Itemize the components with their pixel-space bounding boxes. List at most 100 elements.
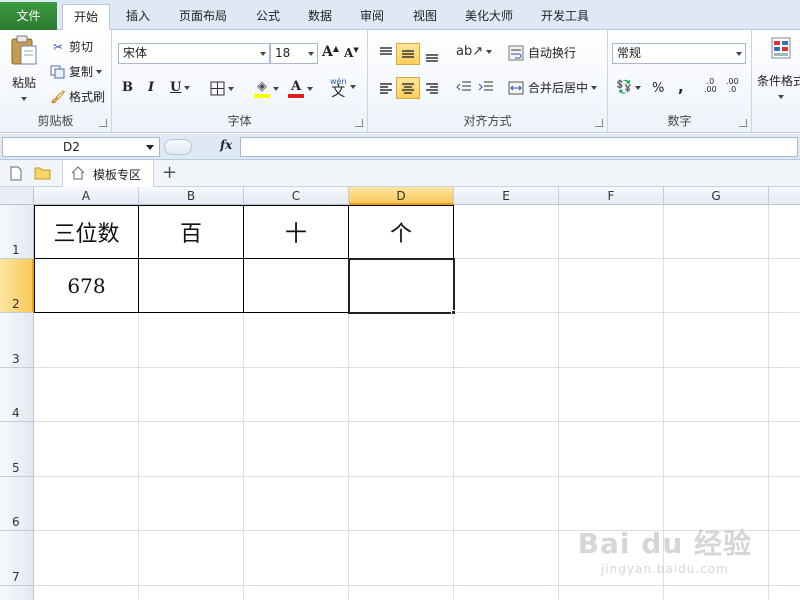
tab-insert[interactable]: 插入 <box>118 4 158 30</box>
align-center-button[interactable] <box>396 77 420 99</box>
alignment-launcher-icon[interactable] <box>595 119 603 127</box>
cell-d1[interactable]: 个 <box>349 206 453 258</box>
accounting-format-button[interactable]: 💱 <box>616 80 642 95</box>
cut-button[interactable]: ✂ 剪切 <box>50 38 93 55</box>
formula-expand-handle[interactable] <box>164 139 192 155</box>
tab-page-layout[interactable]: 页面布局 <box>168 4 238 30</box>
decrease-decimal-button[interactable]: .00 .0 <box>726 78 739 94</box>
cell-a2[interactable]: 678 <box>35 259 138 312</box>
number-launcher-icon[interactable] <box>739 119 747 127</box>
fill-handle[interactable] <box>451 310 456 315</box>
tab-home[interactable]: 开始 <box>62 4 110 30</box>
clipboard-launcher-icon[interactable] <box>99 119 107 127</box>
select-all-corner[interactable] <box>0 187 34 205</box>
row-header-7[interactable]: 7 <box>0 531 34 586</box>
tab-view[interactable]: 视图 <box>403 4 447 30</box>
conditional-format-button[interactable]: 条件格式 <box>757 36 800 99</box>
add-tab-button[interactable]: + <box>162 162 177 183</box>
tab-file[interactable]: 文件 <box>0 2 57 30</box>
column-header-h[interactable] <box>769 187 800 205</box>
name-box[interactable]: D2 <box>2 137 160 157</box>
grow-font-icon: A <box>322 44 333 60</box>
paste-label: 粘贴 <box>11 76 36 90</box>
spreadsheet-grid: A B C D E F G 1 2 3 4 5 6 7 三位数 百 十 个 67… <box>0 187 800 600</box>
orientation-button[interactable]: ab↗ <box>456 44 493 59</box>
bold-button[interactable]: B <box>122 80 133 95</box>
copy-button[interactable]: 复制 <box>50 63 103 80</box>
copy-dropdown-icon[interactable] <box>96 69 103 74</box>
paste-dropdown-icon[interactable] <box>21 97 27 101</box>
phonetic-button[interactable]: wén 文 <box>330 77 356 99</box>
clipboard-group-label: 剪贴板 <box>37 114 74 128</box>
cell-b1[interactable]: 百 <box>139 206 243 258</box>
row-header-5[interactable]: 5 <box>0 422 34 477</box>
underline-button[interactable]: U <box>170 80 191 95</box>
merge-center-icon <box>508 81 524 94</box>
wrap-text-button[interactable]: 自动换行 <box>508 44 576 61</box>
template-zone-tab[interactable]: 模板专区 <box>62 160 154 187</box>
font-name-select[interactable]: 宋体 <box>118 43 270 64</box>
comma-button[interactable]: , <box>678 78 684 96</box>
row-header-8[interactable] <box>0 586 34 600</box>
tab-developer[interactable]: 开发工具 <box>532 4 598 30</box>
column-header-g[interactable]: G <box>664 187 769 205</box>
number-format-select[interactable]: 常规 <box>612 43 746 64</box>
folder-icon[interactable] <box>34 166 51 180</box>
merge-center-button[interactable]: 合并后居中 <box>508 79 598 96</box>
increase-decimal-button[interactable]: .0 .00 <box>704 78 717 94</box>
row-header-6[interactable]: 6 <box>0 477 34 531</box>
percent-button[interactable]: % <box>652 81 664 96</box>
align-bottom-button[interactable] <box>422 46 442 66</box>
font-color-button[interactable]: A <box>288 79 313 98</box>
row-header-1[interactable]: 1 <box>0 205 34 259</box>
paste-button[interactable]: 粘贴 <box>6 34 42 112</box>
tab-data[interactable]: 数据 <box>298 4 342 30</box>
align-top-button[interactable] <box>376 42 396 62</box>
column-header-b[interactable]: B <box>139 187 244 205</box>
formula-input[interactable] <box>240 137 798 157</box>
decrease-indent-button[interactable] <box>456 80 472 94</box>
borders-icon <box>210 81 225 96</box>
row-header-4[interactable]: 4 <box>0 368 34 422</box>
font-launcher-icon[interactable] <box>355 119 363 127</box>
row-header-3[interactable]: 3 <box>0 313 34 368</box>
column-header-a[interactable]: A <box>34 187 139 205</box>
font-size-select[interactable]: 18 <box>270 43 318 64</box>
cell-b2[interactable] <box>139 259 243 312</box>
column-header-e[interactable]: E <box>454 187 559 205</box>
row-header-2[interactable]: 2 <box>0 259 34 313</box>
tab-beautify-master[interactable]: 美化大师 <box>456 4 522 30</box>
column-header-d[interactable]: D <box>349 187 454 205</box>
shrink-font-icon: A <box>344 46 354 60</box>
tab-formulas[interactable]: 公式 <box>246 4 290 30</box>
align-middle-button[interactable] <box>396 43 420 65</box>
align-left-button[interactable] <box>376 78 396 98</box>
format-painter-button[interactable]: 🖌 格式刷 <box>50 88 105 105</box>
fill-color-button[interactable]: ◈ <box>254 79 279 98</box>
alignment-group-label: 对齐方式 <box>463 114 512 128</box>
cell-c2[interactable] <box>244 259 348 312</box>
cell-a1[interactable]: 三位数 <box>35 206 138 258</box>
gridline <box>34 421 800 422</box>
shrink-font-button[interactable]: A ▼ <box>344 45 359 61</box>
row-number: 2 <box>12 297 20 311</box>
styles-group: 条件格式 <box>752 30 800 132</box>
number-format-value: 常规 <box>617 46 642 60</box>
column-header-f[interactable]: F <box>559 187 664 205</box>
gridline <box>768 205 769 600</box>
italic-button[interactable]: I <box>148 80 154 95</box>
alignment-group: ab↗ 自动换行 合并后居中 对齐方式 <box>368 30 608 132</box>
number-group: 常规 💱 % , .0 .00 .00 .0 数字 <box>608 30 752 132</box>
align-right-button[interactable] <box>422 78 442 98</box>
increase-indent-button[interactable] <box>478 80 494 94</box>
grow-font-button[interactable]: A ▲ <box>322 43 339 60</box>
increase-indent-icon <box>478 81 493 91</box>
cell-c1[interactable]: 十 <box>244 206 348 258</box>
tab-review[interactable]: 审阅 <box>350 4 394 30</box>
borders-button[interactable] <box>210 81 234 96</box>
ribbon-tab-bar: 文件 开始 插入 页面布局 公式 数据 审阅 视图 美化大师 开发工具 <box>0 0 800 30</box>
insert-function-button[interactable]: fx <box>220 138 232 152</box>
new-file-icon[interactable] <box>10 166 22 181</box>
column-header-c[interactable]: C <box>244 187 349 205</box>
chevron-down-icon <box>778 95 784 99</box>
